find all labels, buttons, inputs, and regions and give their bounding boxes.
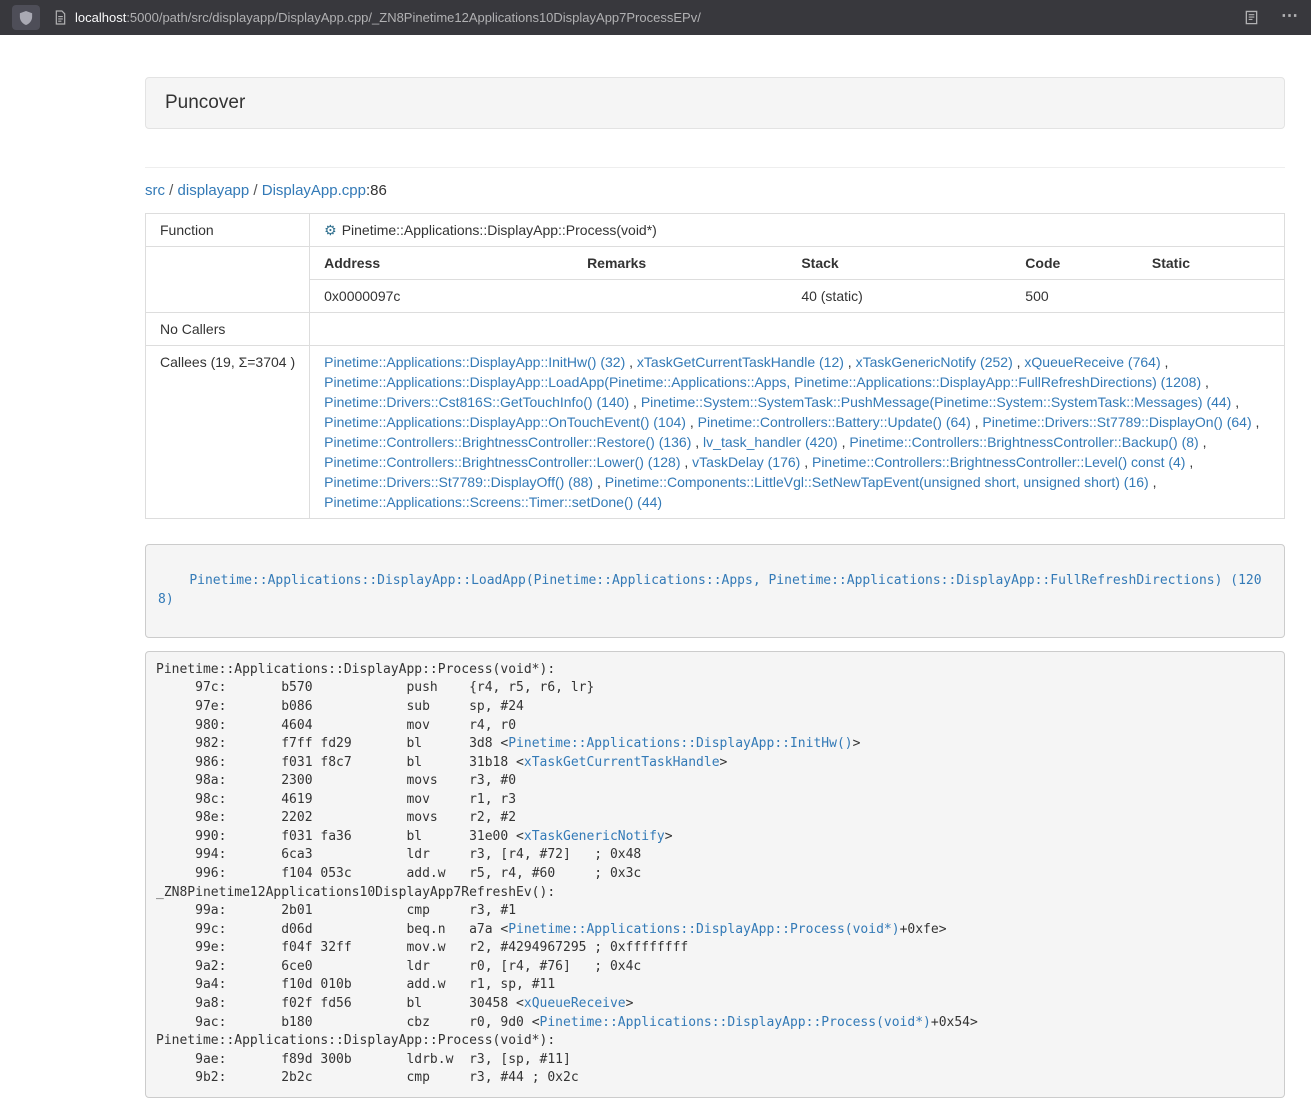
callee-link[interactable]: Pinetime::Applications::DisplayApp::OnTo… <box>324 414 686 430</box>
highlighted-symbol-box: Pinetime::Applications::DisplayApp::Load… <box>145 544 1285 638</box>
callees-list: Pinetime::Applications::DisplayApp::Init… <box>310 346 1285 519</box>
function-table: Function ⚙Pinetime::Applications::Displa… <box>145 213 1285 519</box>
remarks-value <box>573 280 787 313</box>
callee-link[interactable]: Pinetime::Drivers::St7789::DisplayOff() … <box>324 474 593 490</box>
callee-link[interactable]: Pinetime::Controllers::BrightnessControl… <box>849 434 1198 450</box>
column-code: Code <box>1011 247 1138 280</box>
code-symbol-link[interactable]: xTaskGenericNotify <box>524 829 665 844</box>
callee-link[interactable]: lv_task_handler (420) <box>703 434 838 450</box>
callee-link[interactable]: Pinetime::Drivers::St7789::DisplayOn() (… <box>982 414 1251 430</box>
chrome-right-controls: ⋯ <box>1244 7 1299 28</box>
more-menu-button[interactable]: ⋯ <box>1281 7 1299 28</box>
code-symbol-link[interactable]: xTaskGetCurrentTaskHandle <box>524 755 720 770</box>
page-info-icon <box>54 10 67 25</box>
shield-icon <box>19 10 33 26</box>
callee-link[interactable]: Pinetime::Components::LittleVgl::SetNewT… <box>605 474 1149 490</box>
callee-link[interactable]: Pinetime::Drivers::Cst816S::GetTouchInfo… <box>324 394 629 410</box>
callees-label: Callees (19, Σ=3704 ) <box>146 346 310 519</box>
callee-link[interactable]: Pinetime::Controllers::BrightnessControl… <box>812 454 1185 470</box>
no-callers-label: No Callers <box>146 313 310 346</box>
page-container: Puncover src / displayapp / DisplayApp.c… <box>145 35 1285 1098</box>
url-text: localhost:5000/path/src/displayapp/Displ… <box>75 10 701 25</box>
callee-link[interactable]: Pinetime::Applications::DisplayApp::Init… <box>324 354 625 370</box>
url-host: localhost <box>75 10 126 25</box>
callee-link[interactable]: vTaskDelay (176) <box>692 454 800 470</box>
column-address: Address <box>310 247 573 280</box>
breadcrumb: src / displayapp / DisplayApp.cpp:86 <box>145 182 1285 199</box>
breadcrumb-line-number: :86 <box>366 182 387 199</box>
metrics-table: Address Remarks Stack Code Static 0x0000… <box>310 247 1284 312</box>
breadcrumb-link[interactable]: src <box>145 182 165 199</box>
metrics-row: Address Remarks Stack Code Static 0x0000… <box>146 247 1285 313</box>
page-title-box: Puncover <box>145 77 1285 129</box>
callee-link[interactable]: Pinetime::Applications::Screens::Timer::… <box>324 494 662 510</box>
column-stack: Stack <box>787 247 1011 280</box>
callee-link[interactable]: xTaskGetCurrentTaskHandle (12) <box>637 354 844 370</box>
breadcrumb-separator: / <box>165 182 178 199</box>
metrics-value-row: 0x0000097c 40 (static) 500 <box>310 280 1284 313</box>
address-value: 0x0000097c <box>310 280 573 313</box>
code-symbol-link[interactable]: Pinetime::Applications::DisplayApp::Proc… <box>540 1015 931 1030</box>
divider <box>145 167 1285 168</box>
breadcrumb-link[interactable]: displayapp <box>178 182 250 199</box>
function-label: Function <box>146 214 310 247</box>
metrics-empty-label <box>146 247 310 313</box>
tracking-protection-button[interactable] <box>12 5 40 30</box>
code-value: 500 <box>1011 280 1138 313</box>
breadcrumb-separator: / <box>249 182 262 199</box>
function-name: Pinetime::Applications::DisplayApp::Proc… <box>342 222 657 238</box>
callee-link[interactable]: Pinetime::Controllers::Battery::Update()… <box>698 414 971 430</box>
callee-link[interactable]: Pinetime::Controllers::BrightnessControl… <box>324 434 691 450</box>
column-static: Static <box>1138 247 1284 280</box>
callee-link[interactable]: Pinetime::Applications::DisplayApp::Load… <box>324 374 1201 390</box>
static-value <box>1138 280 1284 313</box>
code-symbol-link[interactable]: Pinetime::Applications::DisplayApp::Proc… <box>508 922 899 937</box>
code-symbol-link[interactable]: xQueueReceive <box>524 996 626 1011</box>
code-symbol-link[interactable]: Pinetime::Applications::DisplayApp::Init… <box>508 736 852 751</box>
callee-link[interactable]: Pinetime::System::SystemTask::PushMessag… <box>641 394 1232 410</box>
metrics-header-row: Address Remarks Stack Code Static <box>310 247 1284 280</box>
callee-link[interactable]: Pinetime::Controllers::BrightnessControl… <box>324 454 680 470</box>
column-remarks: Remarks <box>573 247 787 280</box>
callee-link[interactable]: xTaskGenericNotify (252) <box>856 354 1013 370</box>
callee-link[interactable]: xQueueReceive (764) <box>1024 354 1160 370</box>
breadcrumb-link[interactable]: DisplayApp.cpp <box>262 182 366 199</box>
stack-value: 40 (static) <box>787 280 1011 313</box>
function-row: Function ⚙ Pinetime::Applications::Displa… <box>146 214 1285 247</box>
browser-chrome: localhost:5000/path/src/displayapp/Displ… <box>0 0 1311 35</box>
callees-row: Callees (19, Σ=3704 ) Pinetime::Applicat… <box>146 346 1285 519</box>
disassembly-pre: Pinetime::Applications::DisplayApp::Proc… <box>145 651 1285 1098</box>
no-callers-row: No Callers <box>146 313 1285 346</box>
url-path: :5000/path/src/displayapp/DisplayApp.cpp… <box>126 10 701 25</box>
url-bar[interactable]: localhost:5000/path/src/displayapp/Displ… <box>40 10 1244 25</box>
highlighted-symbol-link[interactable]: Pinetime::Applications::DisplayApp::Load… <box>158 573 1262 606</box>
page-title: Puncover <box>165 92 245 113</box>
reader-view-icon[interactable] <box>1244 10 1259 25</box>
function-icon: ⚙ <box>324 222 337 238</box>
